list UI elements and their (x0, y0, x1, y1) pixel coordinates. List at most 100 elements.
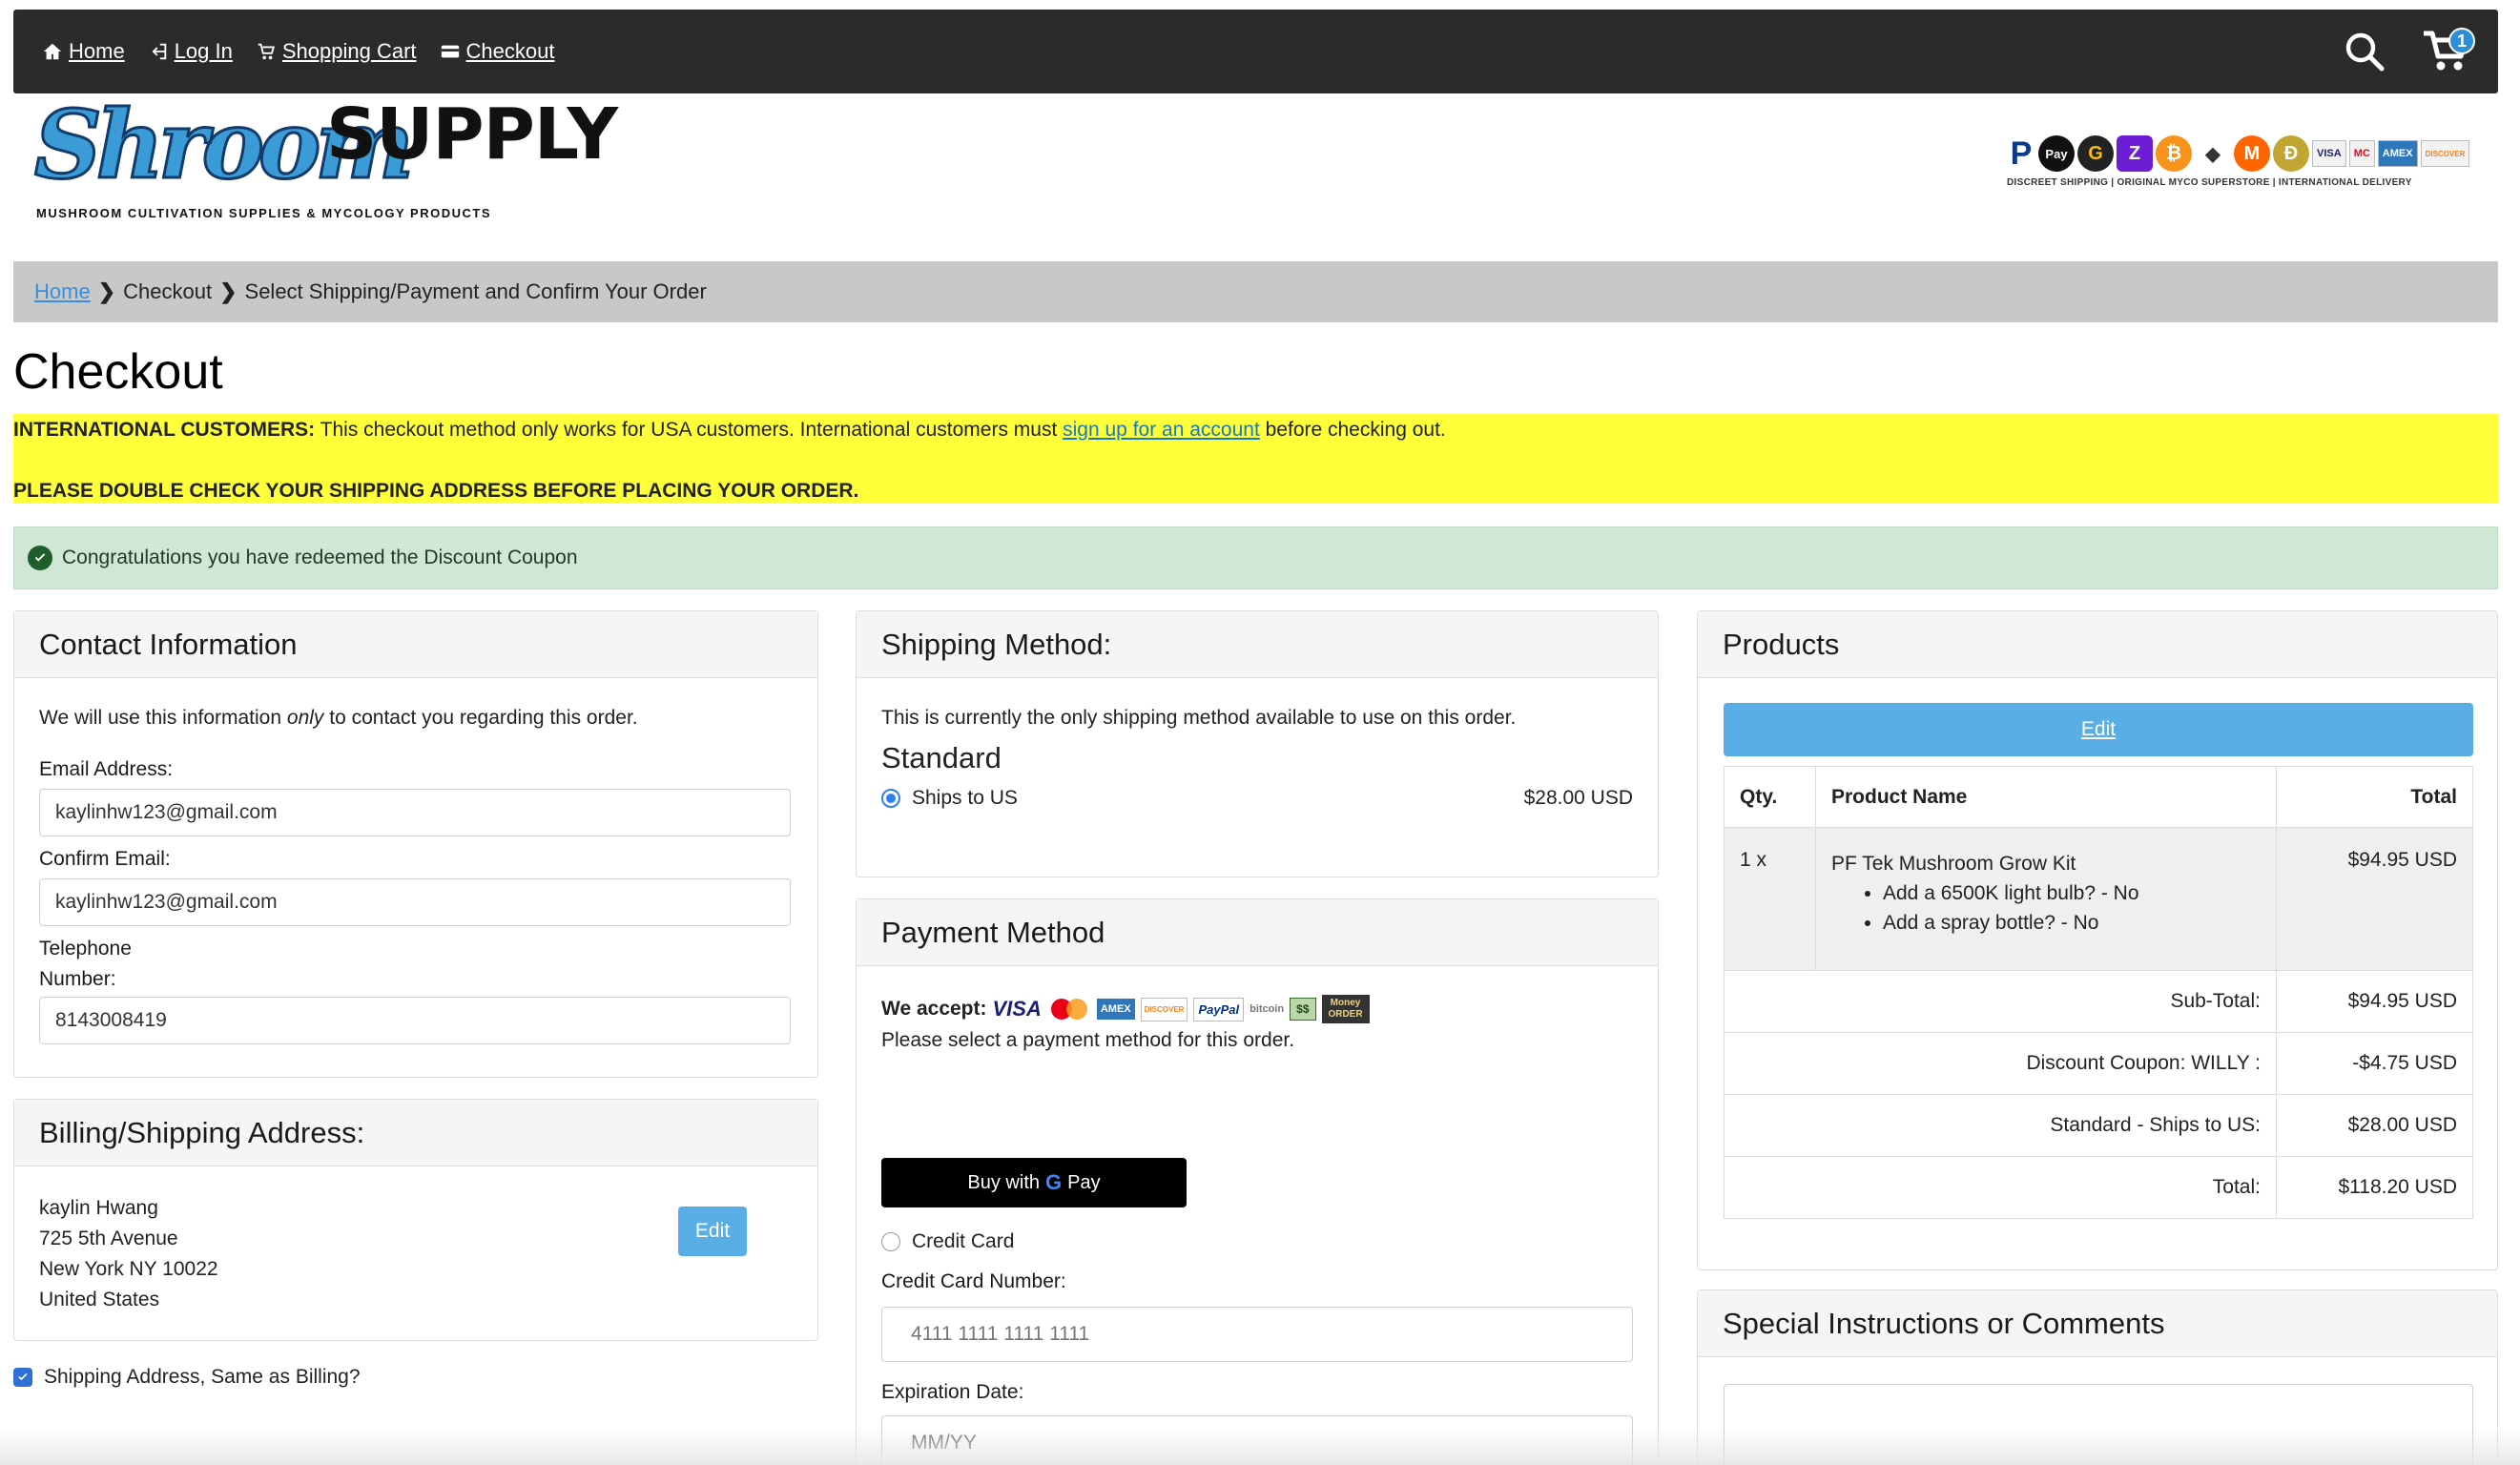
monero-icon: M (2234, 135, 2270, 172)
we-accept-label: We accept: (881, 998, 987, 1020)
edit-address-button[interactable]: Edit (678, 1207, 747, 1256)
shipping-option-price: $28.00 USD (1523, 787, 1633, 809)
notice-intl-label: INTERNATIONAL CUSTOMERS: (13, 419, 316, 441)
breadcrumb-home-link[interactable]: Home (34, 279, 91, 304)
paypal-icon: PayPal (1193, 997, 1245, 1021)
money-order-icon: Money ORDER (1321, 995, 1370, 1023)
same-as-billing-label: Shipping Address, Same as Billing? (44, 1366, 361, 1388)
credit-card-icon (441, 45, 459, 58)
international-notice: INTERNATIONAL CUSTOMERS: This checkout m… (13, 414, 2498, 504)
logo-supply: SUPPLY (326, 93, 618, 175)
summary-value: $28.00 USD (2276, 1094, 2473, 1157)
special-instructions-panel: Special Instructions or Comments (1697, 1290, 2498, 1465)
billing-country: United States (39, 1289, 160, 1310)
payment-icons-row: P Pay G Z ₿ ◆ M Ð VISA MC AMEX DISCOVER (2007, 135, 2484, 172)
nav-cart-label: Shopping Cart (281, 39, 417, 63)
top-nav-links: Home Log In Shopping Cart Checkout (42, 10, 554, 93)
products-panel: Products Edit Qty. Product Name Total 1 … (1697, 610, 2498, 1270)
edit-cart-button[interactable]: Edit (1724, 703, 2473, 756)
cart-count-badge: 1 (2448, 28, 2475, 54)
signup-link[interactable]: sign up for an account (1063, 419, 1260, 441)
summary-value: $118.20 USD (2276, 1156, 2473, 1219)
checkmark-icon (18, 1372, 28, 1381)
shipping-option-row[interactable]: Ships to US (881, 787, 1018, 810)
summary-value: $94.95 USD (2276, 970, 2473, 1033)
bitcoin-icon: bitcoin (1250, 1003, 1285, 1015)
apple-pay-icon: Pay (2038, 135, 2075, 172)
contact-intro-after: to contact you regarding this order. (329, 707, 638, 729)
visa-icon: VISA (2312, 140, 2346, 167)
email-field[interactable] (39, 789, 791, 836)
cash-icon: $$ (1290, 998, 1316, 1021)
summary-label: Total: (1724, 1156, 2277, 1219)
summary-label: Sub-Total: (1724, 970, 2277, 1033)
item-name-cell: PF Tek Mushroom Grow Kit Add a 6500K lig… (1815, 827, 2277, 971)
payment-heading: Payment Method (857, 899, 1658, 966)
summary-row-discount: Discount Coupon: WILLY : -$4.75 USD (1724, 1032, 2473, 1095)
ships-to-us-radio[interactable] (881, 789, 900, 808)
bitcoin-icon: ₿ (2156, 135, 2192, 172)
expiration-field[interactable] (881, 1415, 1633, 1465)
confirm-email-label: Confirm Email: (39, 848, 171, 870)
expiration-label: Expiration Date: (881, 1381, 1024, 1403)
phone-field[interactable] (39, 997, 791, 1044)
google-g-icon: G (1045, 1170, 1063, 1194)
cc-number-field[interactable] (881, 1307, 1633, 1362)
email-label: Email Address: (39, 758, 174, 780)
nav-login-link[interactable]: Log In (148, 39, 233, 64)
notice-intl-text: This checkout method only works for USA … (320, 419, 1058, 441)
contact-intro-before: We will use this information (39, 707, 282, 729)
list-item: Add a spray bottle? - No (1883, 908, 2276, 938)
same-as-billing-row: Shipping Address, Same as Billing? (13, 1366, 361, 1389)
item-qty: 1 x (1724, 827, 1816, 971)
top-nav-bar: Home Log In Shopping Cart Checkout 1 (13, 10, 2498, 93)
mastercard-icon: MC (2348, 140, 2375, 167)
top-icons: 1 (2344, 10, 2477, 93)
products-table: Qty. Product Name Total 1 x PF Tek Mushr… (1724, 766, 2473, 1219)
comments-heading: Special Instructions or Comments (1698, 1290, 2497, 1357)
item-options-list: Add a 6500K light bulb? - No Add a spray… (1831, 878, 2276, 938)
confirm-email-field[interactable] (39, 878, 791, 926)
payment-instruction: Please select a payment method for this … (881, 1029, 1295, 1051)
summary-value: -$4.75 USD (2276, 1032, 2473, 1095)
paypal-icon: P (2007, 135, 2035, 172)
zelle-icon: Z (2117, 135, 2153, 172)
home-icon (43, 43, 62, 60)
list-item: Add a 6500K light bulb? - No (1883, 878, 2276, 908)
ships-to-us-label: Ships to US (912, 787, 1018, 809)
ethereum-icon: ◆ (2195, 135, 2231, 172)
page-title: Checkout (13, 344, 223, 400)
site-logo[interactable]: Shroom SUPPLY MUSHROOM CULTIVATION SUPPL… (32, 97, 618, 223)
contact-information-panel: Contact Information We will use this inf… (13, 610, 818, 1078)
same-as-billing-checkbox[interactable] (13, 1368, 32, 1387)
dogecoin-icon: Ð (2273, 135, 2309, 172)
credit-card-option-row[interactable]: Credit Card (881, 1230, 1014, 1253)
products-body: Edit Qty. Product Name Total 1 x PF Tek … (1724, 703, 2473, 1219)
nav-home-link[interactable]: Home (42, 39, 125, 64)
discover-icon: DISCOVER (2420, 140, 2470, 167)
products-heading: Products (1698, 611, 2497, 678)
google-pay-button[interactable]: Buy with G Pay (881, 1158, 1187, 1207)
chevron-right-icon: ❯ (97, 279, 116, 303)
billing-address-panel: Billing/Shipping Address: kaylin Hwang 7… (13, 1099, 818, 1341)
search-icon[interactable] (2344, 31, 2386, 72)
credit-card-radio[interactable] (881, 1232, 900, 1251)
mastercard-icon (1047, 997, 1091, 1021)
comments-textarea[interactable] (1724, 1384, 2473, 1465)
total-column-header: Total (2276, 766, 2473, 828)
amex-icon: AMEX (1096, 999, 1135, 1020)
accepted-payments-row: We accept: VISA AMEX DISCOVER PayPal bit… (881, 995, 1370, 1023)
header-cart-button[interactable]: 1 (2422, 28, 2477, 75)
nav-checkout-link[interactable]: Checkout (440, 39, 554, 64)
contact-intro: We will use this information only to con… (39, 707, 638, 730)
login-icon (152, 43, 166, 60)
billing-heading: Billing/Shipping Address: (14, 1100, 817, 1166)
credit-card-label: Credit Card (912, 1230, 1015, 1252)
item-name: PF Tek Mushroom Grow Kit (1831, 853, 2076, 875)
nav-cart-link[interactable]: Shopping Cart (256, 39, 417, 64)
billing-street: 725 5th Avenue (39, 1228, 178, 1249)
double-check-warning: PLEASE DOUBLE CHECK YOUR SHIPPING ADDRES… (13, 480, 859, 502)
payment-options-banner: P Pay G Z ₿ ◆ M Ð VISA MC AMEX DISCOVER … (2007, 135, 2484, 196)
breadcrumb-checkout: Checkout (123, 279, 213, 303)
shipping-method-panel: Shipping Method: This is currently the o… (856, 610, 1659, 877)
